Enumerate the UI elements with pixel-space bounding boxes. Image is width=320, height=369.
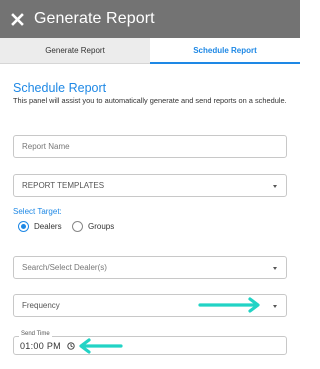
- dealer-search-field[interactable]: [13, 256, 287, 279]
- close-button[interactable]: [0, 0, 34, 38]
- report-name-input[interactable]: [22, 142, 286, 151]
- tab-generate-report[interactable]: Generate Report: [0, 38, 150, 64]
- dealer-search-input[interactable]: [22, 263, 286, 272]
- radio-button-unchecked[interactable]: [72, 221, 83, 232]
- tab-schedule-report[interactable]: Schedule Report: [150, 38, 300, 64]
- tab-bar: Generate Report Schedule Report: [0, 38, 300, 64]
- send-time-field[interactable]: 01:00 PM: [13, 336, 287, 355]
- radio-button-checked[interactable]: [18, 221, 29, 232]
- chevron-down-icon: [273, 185, 277, 188]
- arrow-right-icon: [198, 297, 260, 313]
- radio-dealers[interactable]: Dealers: [18, 220, 62, 233]
- arrow-left-icon: [79, 338, 123, 354]
- radio-dealers-label: Dealers: [34, 222, 62, 231]
- page-title: Generate Report: [34, 10, 155, 27]
- report-name-field[interactable]: [13, 135, 287, 158]
- chevron-down-icon: [273, 305, 277, 308]
- clock-icon[interactable]: [67, 341, 75, 350]
- section-description: This panel will assist you to automatica…: [13, 96, 287, 105]
- radio-groups-label: Groups: [88, 222, 115, 231]
- header-bar: Generate Report: [0, 0, 300, 38]
- frequency-value: Frequency: [22, 301, 60, 310]
- report-templates-select[interactable]: REPORT TEMPLATES: [13, 174, 287, 197]
- radio-dot: [21, 224, 26, 229]
- section-title: Schedule Report: [13, 81, 107, 95]
- chevron-down-icon: [273, 267, 277, 270]
- report-templates-value: REPORT TEMPLATES: [22, 181, 105, 190]
- radio-groups[interactable]: Groups: [72, 220, 114, 233]
- send-time-value[interactable]: 01:00 PM: [20, 341, 61, 351]
- close-icon: [10, 12, 24, 26]
- send-time-label: Send Time: [19, 331, 52, 337]
- select-target-label: Select Target:: [13, 207, 62, 216]
